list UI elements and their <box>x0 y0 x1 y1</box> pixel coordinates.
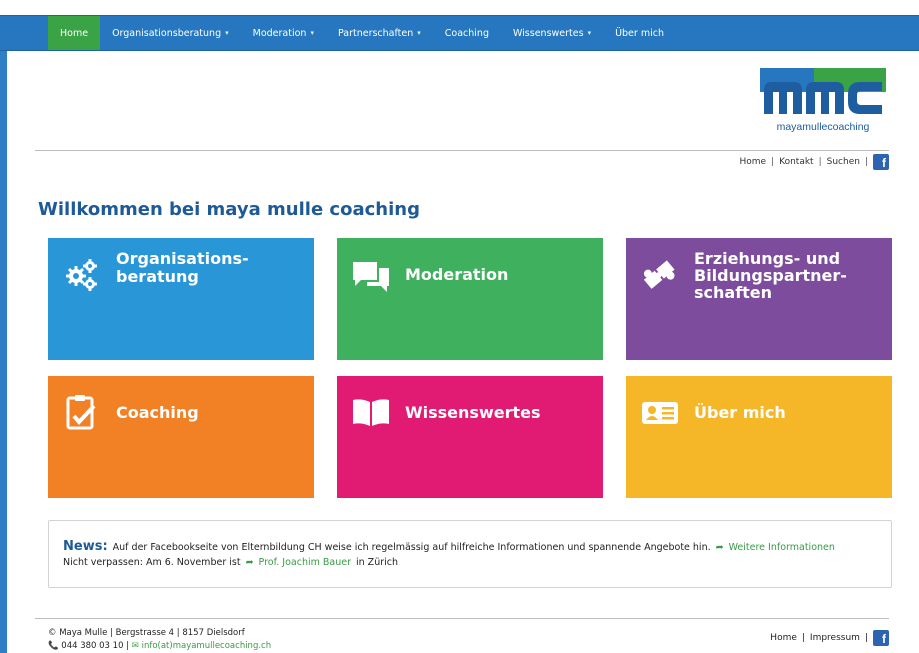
chevron-down-icon: ▾ <box>310 29 314 37</box>
site-logo[interactable]: mayamullecoaching <box>758 68 888 138</box>
tile-wissenswertes[interactable]: Wissenswertes <box>337 376 603 498</box>
nav-wissenswertes[interactable]: Wissenswertes ▾ <box>501 16 603 50</box>
nav-moderation[interactable]: Moderation ▾ <box>241 16 326 50</box>
nav-coaching[interactable]: Coaching <box>433 16 501 50</box>
tile-label: Organisations- beratung <box>116 249 249 286</box>
news-link-bauer[interactable]: Prof. Joachim Bauer <box>259 557 351 568</box>
tile-label: Wissenswertes <box>405 403 541 422</box>
page-title: Willkommen bei maya mulle coaching <box>38 199 420 220</box>
nav-label: Partnerschaften <box>337 27 414 39</box>
footer-phone: 044 380 03 10 | <box>61 641 130 651</box>
logo-text: mayamullecoaching <box>776 121 870 133</box>
tile-label: Über mich <box>694 403 786 422</box>
top-navbar: Home Organisationsberatung ▾ Moderation … <box>0 15 919 51</box>
separator: | <box>864 157 868 167</box>
nav-home[interactable]: Home <box>48 16 101 50</box>
arrow-right-icon: ➦ <box>245 557 254 568</box>
chevron-down-icon: ▾ <box>225 29 229 37</box>
nav-label: Organisationsberatung <box>112 27 222 39</box>
separator: | <box>801 633 805 643</box>
tile-label: Erziehungs- und Bildungspartner- schafte… <box>694 249 847 302</box>
tile-label: Moderation <box>405 265 509 284</box>
page-edge-bar <box>0 51 7 653</box>
separator: | <box>771 157 775 167</box>
news-text: Auf der Facebookseite von Elternbildung … <box>112 542 711 553</box>
clipboard-check-icon <box>66 395 96 430</box>
nav-organisationsberatung[interactable]: Organisationsberatung ▾ <box>100 16 241 50</box>
facebook-icon[interactable]: f <box>873 154 889 170</box>
news-text: in Zürich <box>356 557 398 568</box>
footer-link-home[interactable]: Home <box>770 633 797 643</box>
id-card-icon <box>642 402 678 424</box>
nav-label: Über mich <box>615 27 664 39</box>
chat-bubbles-icon <box>353 262 389 292</box>
phone-icon: 📞 <box>48 641 59 651</box>
footer-email[interactable]: info(at)mayamullecoaching.ch <box>142 641 272 651</box>
tile-coaching[interactable]: Coaching <box>48 376 314 498</box>
news-line-2: Nicht verpassen: Am 6. November ist ➦ Pr… <box>63 557 877 568</box>
nav-label: Home <box>60 27 89 39</box>
mmc-logo-mark <box>760 68 886 114</box>
tile-moderation[interactable]: Moderation <box>337 238 603 360</box>
footer-link-impressum[interactable]: Impressum <box>810 633 860 643</box>
open-book-icon <box>353 399 389 426</box>
puzzle-icon <box>643 260 675 289</box>
nav-partnerschaften[interactable]: Partnerschaften ▾ <box>326 16 433 50</box>
gears-icon <box>66 259 97 291</box>
news-line-1: News: Auf der Facebookseite von Elternbi… <box>63 539 877 554</box>
separator: | <box>818 157 822 167</box>
util-link-home[interactable]: Home <box>740 157 767 167</box>
chevron-down-icon: ▾ <box>417 29 421 37</box>
footer-divider <box>35 618 889 619</box>
nav-ueber-mich[interactable]: Über mich <box>603 16 676 50</box>
main-nav: Home Organisationsberatung ▾ Moderation … <box>48 16 676 50</box>
header-divider <box>35 150 889 151</box>
footer-links: Home | Impressum | f <box>770 630 889 646</box>
separator: | <box>864 633 868 643</box>
tile-organisationsberatung[interactable]: Organisations- beratung <box>48 238 314 360</box>
nav-label: Moderation <box>252 27 307 39</box>
news-text: Nicht verpassen: Am 6. November ist <box>63 557 241 568</box>
nav-label: Coaching <box>444 27 489 39</box>
tile-ueber-mich[interactable]: Über mich <box>626 376 892 498</box>
news-label: News: <box>63 539 108 554</box>
news-link-more[interactable]: Weitere Informationen <box>729 542 835 553</box>
util-link-kontakt[interactable]: Kontakt <box>779 157 813 167</box>
mail-icon: ✉ <box>131 641 139 651</box>
arrow-right-icon: ➦ <box>715 542 724 553</box>
chevron-down-icon: ▾ <box>587 29 592 37</box>
news-box: News: Auf der Facebookseite von Elternbi… <box>48 520 892 588</box>
utility-links: Home | Kontakt | Suchen | f <box>740 154 889 170</box>
footer-address: © Maya Mulle | Bergstrasse 4 | 8157 Diel… <box>48 628 245 638</box>
nav-label: Wissenswertes <box>512 27 584 39</box>
footer-contact: © Maya Mulle | Bergstrasse 4 | 8157 Diel… <box>48 627 271 653</box>
tile-label: Coaching <box>116 403 199 422</box>
tile-partnerschaften[interactable]: Erziehungs- und Bildungspartner- schafte… <box>626 238 892 360</box>
util-link-suchen[interactable]: Suchen <box>827 157 860 167</box>
facebook-icon[interactable]: f <box>873 630 889 646</box>
footer-contact-line: 📞 044 380 03 10 | ✉ info(at)mayamullecoa… <box>48 640 271 653</box>
